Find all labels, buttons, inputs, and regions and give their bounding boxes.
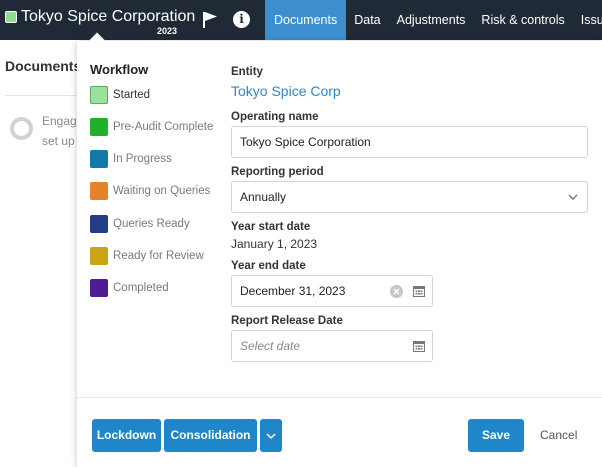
reporting-period-label: Reporting period — [231, 166, 324, 178]
workflow-label: Completed — [113, 282, 169, 294]
tab-documents[interactable]: Documents — [265, 0, 347, 40]
progress-ring-icon — [10, 117, 33, 140]
workflow-swatch — [90, 182, 108, 200]
flag-icon[interactable] — [202, 11, 218, 29]
workflow-swatch — [90, 279, 108, 297]
release-date-input[interactable]: Select date — [231, 330, 433, 362]
divider — [5, 95, 80, 96]
operating-name-label: Operating name — [231, 111, 319, 123]
tab-adjustments[interactable]: Adjustments — [389, 0, 474, 40]
workflow-item-pre-audit-complete[interactable]: Pre-Audit Complete — [90, 117, 213, 137]
footer-divider — [77, 397, 602, 398]
reporting-period-select[interactable]: Annually — [231, 181, 588, 213]
save-button[interactable]: Save — [468, 419, 524, 452]
release-date-label: Report Release Date — [231, 315, 343, 327]
year-end-value: December 31, 2023 — [240, 284, 346, 298]
tab-data[interactable]: Data — [346, 0, 388, 40]
workflow-swatch — [90, 86, 108, 104]
workflow-label: Ready for Review — [113, 250, 204, 262]
year-end-date-input[interactable]: December 31, 2023 — [231, 275, 433, 307]
workflow-swatch — [90, 247, 108, 265]
workflow-swatch — [90, 118, 108, 136]
tab-risk-controls[interactable]: Risk & controls — [473, 0, 572, 40]
operating-name-input[interactable]: Tokyo Spice Corporation — [231, 126, 588, 158]
chevron-down-icon — [568, 194, 578, 200]
entity-label: Entity — [231, 66, 263, 78]
entity-year: 2023 — [157, 26, 178, 36]
year-end-label: Year end date — [231, 260, 306, 272]
workflow-item-started[interactable]: Started — [90, 85, 150, 105]
tab-issues[interactable]: Issues — [573, 0, 602, 40]
entity-settings-panel: Workflow Started Pre-Audit Complete In P… — [77, 41, 602, 467]
reporting-period-value: Annually — [240, 190, 287, 204]
workflow-label: Queries Ready — [113, 218, 190, 230]
calendar-icon[interactable] — [413, 340, 425, 352]
workflow-label: Waiting on Queries — [113, 185, 211, 197]
workflow-heading: Workflow — [90, 62, 149, 77]
workflow-item-in-progress[interactable]: In Progress — [90, 149, 172, 169]
workflow-label: In Progress — [113, 153, 172, 165]
consolidation-button[interactable]: Consolidation — [164, 419, 257, 452]
workflow-item-completed[interactable]: Completed — [90, 278, 169, 298]
clear-icon[interactable] — [390, 285, 403, 298]
workflow-item-waiting-on-queries[interactable]: Waiting on Queries — [90, 181, 210, 201]
calendar-icon[interactable] — [413, 285, 425, 297]
entity-status-indicator — [5, 11, 17, 23]
lockdown-button[interactable]: Lockdown — [92, 419, 161, 452]
workflow-swatch — [90, 215, 108, 233]
main-nav: Documents Data Adjustments Risk & contro… — [265, 0, 602, 40]
cancel-button[interactable]: Cancel — [540, 419, 577, 452]
operating-name-value: Tokyo Spice Corporation — [240, 135, 371, 149]
workflow-label: Pre-Audit Complete — [113, 121, 214, 133]
workflow-swatch — [90, 150, 108, 168]
engagement-setup-text: Engagement set up — [42, 114, 78, 148]
workflow-label: Started — [113, 89, 151, 101]
year-start-label: Year start date — [231, 221, 311, 233]
workflow-item-queries-ready[interactable]: Queries Ready — [90, 214, 190, 234]
info-icon[interactable]: i — [233, 11, 250, 28]
entity-link[interactable]: Tokyo Spice Corp — [231, 83, 341, 99]
workflow-item-ready-for-review[interactable]: Ready for Review — [90, 246, 204, 266]
entity-title[interactable]: Tokyo Spice Corporation — [21, 8, 195, 26]
year-start-value: January 1, 2023 — [231, 237, 318, 251]
release-date-placeholder: Select date — [240, 339, 301, 353]
consolidation-dropdown-button[interactable] — [260, 419, 282, 452]
top-bar: Tokyo Spice Corporation 2023 i Documents… — [0, 0, 602, 40]
page-title: Documents — [5, 58, 82, 74]
chevron-down-icon — [266, 433, 276, 440]
